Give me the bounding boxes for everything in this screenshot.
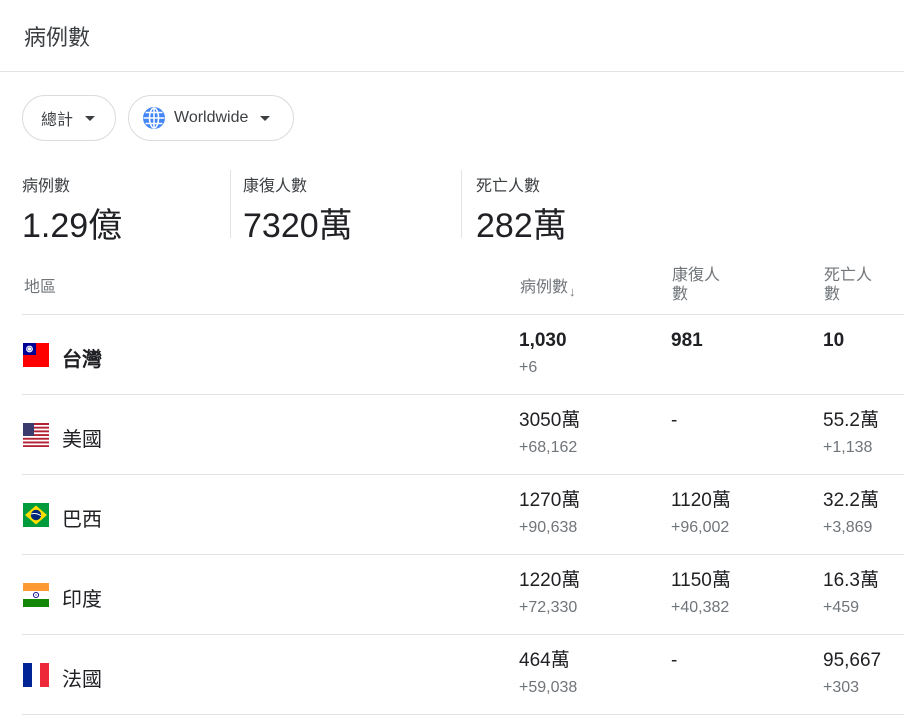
france-flag-icon xyxy=(23,663,49,687)
total-dropdown-label: 總計 xyxy=(41,112,74,129)
globe-icon xyxy=(142,106,166,130)
table-row[interactable]: 台灣 1,030 +6 981 10 xyxy=(22,315,904,395)
region-dropdown-label: Worldwide xyxy=(174,109,249,126)
caret-down-icon xyxy=(85,115,96,121)
stat-value: 282萬 xyxy=(476,207,567,245)
cases-cell: 1220萬 +72,330 xyxy=(519,569,580,618)
country-name: 巴西 xyxy=(62,509,102,531)
recovered-value: - xyxy=(671,410,678,431)
cases-delta: +59,038 xyxy=(519,679,578,696)
table-row[interactable]: 巴西 1270萬 +90,638 1120萬 +96,002 32.2萬 +3,… xyxy=(22,475,904,555)
recovered-delta: +40,382 xyxy=(671,599,730,616)
recovered-delta: +96,002 xyxy=(671,519,730,536)
stat-cases: 病例數 1.29億 xyxy=(22,170,231,245)
column-header-recovered[interactable]: 康復人數 xyxy=(672,266,728,304)
recovered-value: - xyxy=(671,650,678,671)
stat-deaths: 死亡人數 282萬 xyxy=(462,170,567,245)
deaths-cell: 32.2萬 +3,869 xyxy=(823,489,879,538)
cases-cell: 464萬 +59,038 xyxy=(519,649,577,698)
cases-value: 3050萬 xyxy=(519,410,581,431)
cases-cell: 3050萬 +68,162 xyxy=(519,409,580,458)
deaths-delta: +1,138 xyxy=(823,439,873,456)
summary-stats: 病例數 1.29億 康復人數 7320萬 死亡人數 282萬 xyxy=(22,170,567,245)
deaths-value: 95,667 xyxy=(823,650,882,671)
stat-label: 死亡人數 xyxy=(476,178,541,195)
usa-flag-icon xyxy=(23,423,49,447)
stat-value: 1.29億 xyxy=(22,207,123,245)
table-row[interactable]: 印度 1220萬 +72,330 1150萬 +40,382 16.3萬 +45… xyxy=(22,555,904,635)
recovered-value: 1120萬 xyxy=(671,490,731,511)
cases-cell: 1,030 +6 xyxy=(519,329,567,378)
cases-delta: +6 xyxy=(519,359,538,376)
cases-value: 1220萬 xyxy=(519,570,581,591)
deaths-delta: +459 xyxy=(823,599,860,616)
column-header-cases[interactable]: 病例數↓ xyxy=(520,278,576,301)
cases-value: 1270萬 xyxy=(519,490,581,511)
recovered-cell: 1120萬 +96,002 xyxy=(671,489,731,538)
table-header: 地區 病例數↓ 康復人數 死亡人數 xyxy=(22,258,904,315)
deaths-value: 16.3萬 xyxy=(823,570,879,591)
cases-value: 1,030 xyxy=(519,330,567,351)
caret-down-icon xyxy=(260,115,271,121)
cases-delta: +72,330 xyxy=(519,599,578,616)
stat-recovered: 康復人數 7320萬 xyxy=(231,170,462,245)
cases-cell: 1270萬 +90,638 xyxy=(519,489,580,538)
brazil-flag-icon xyxy=(23,503,49,527)
country-name: 法國 xyxy=(62,669,102,691)
country-name: 美國 xyxy=(62,429,102,451)
column-header-deaths[interactable]: 死亡人數 xyxy=(824,266,880,304)
column-header-cases-label: 病例數 xyxy=(520,279,569,296)
deaths-cell: 95,667 +303 xyxy=(823,649,881,698)
deaths-cell: 10 xyxy=(823,329,844,353)
stat-value: 7320萬 xyxy=(243,207,353,245)
cases-value: 464萬 xyxy=(519,650,570,671)
cases-delta: +68,162 xyxy=(519,439,578,456)
deaths-value: 10 xyxy=(823,330,845,351)
deaths-cell: 55.2萬 +1,138 xyxy=(823,409,879,458)
deaths-cell: 16.3萬 +459 xyxy=(823,569,879,618)
deaths-value: 55.2萬 xyxy=(823,410,879,431)
country-name: 台灣 xyxy=(62,349,102,371)
recovered-value: 1150萬 xyxy=(671,570,731,591)
deaths-delta: +3,869 xyxy=(823,519,873,536)
stat-label: 康復人數 xyxy=(243,178,308,195)
deaths-value: 32.2萬 xyxy=(823,490,879,511)
table-row[interactable]: 美國 3050萬 +68,162 - 55.2萬 +1,138 xyxy=(22,395,904,475)
country-table: 地區 病例數↓ 康復人數 死亡人數 台灣 1,030 +6 981 10 美國 … xyxy=(22,258,904,715)
column-header-region[interactable]: 地區 xyxy=(24,278,56,297)
country-name: 印度 xyxy=(62,589,102,611)
table-row[interactable]: 法國 464萬 +59,038 - 95,667 +303 xyxy=(22,635,904,715)
india-flag-icon xyxy=(23,583,49,607)
page-title: 病例數 xyxy=(0,0,904,72)
deaths-delta: +303 xyxy=(823,679,860,696)
region-dropdown[interactable]: Worldwide xyxy=(128,95,294,141)
cases-delta: +90,638 xyxy=(519,519,578,536)
recovered-cell: 981 xyxy=(671,329,703,353)
recovered-cell: - xyxy=(671,409,677,433)
total-dropdown[interactable]: 總計 xyxy=(22,95,116,141)
filter-bar: 總計 Worldwide xyxy=(22,95,294,141)
taiwan-flag-icon xyxy=(23,343,49,367)
stat-label: 病例數 xyxy=(22,178,71,195)
recovered-value: 981 xyxy=(671,330,703,351)
recovered-cell: 1150萬 +40,382 xyxy=(671,569,731,618)
sort-down-arrow-icon: ↓ xyxy=(569,284,576,299)
recovered-cell: - xyxy=(671,649,677,673)
